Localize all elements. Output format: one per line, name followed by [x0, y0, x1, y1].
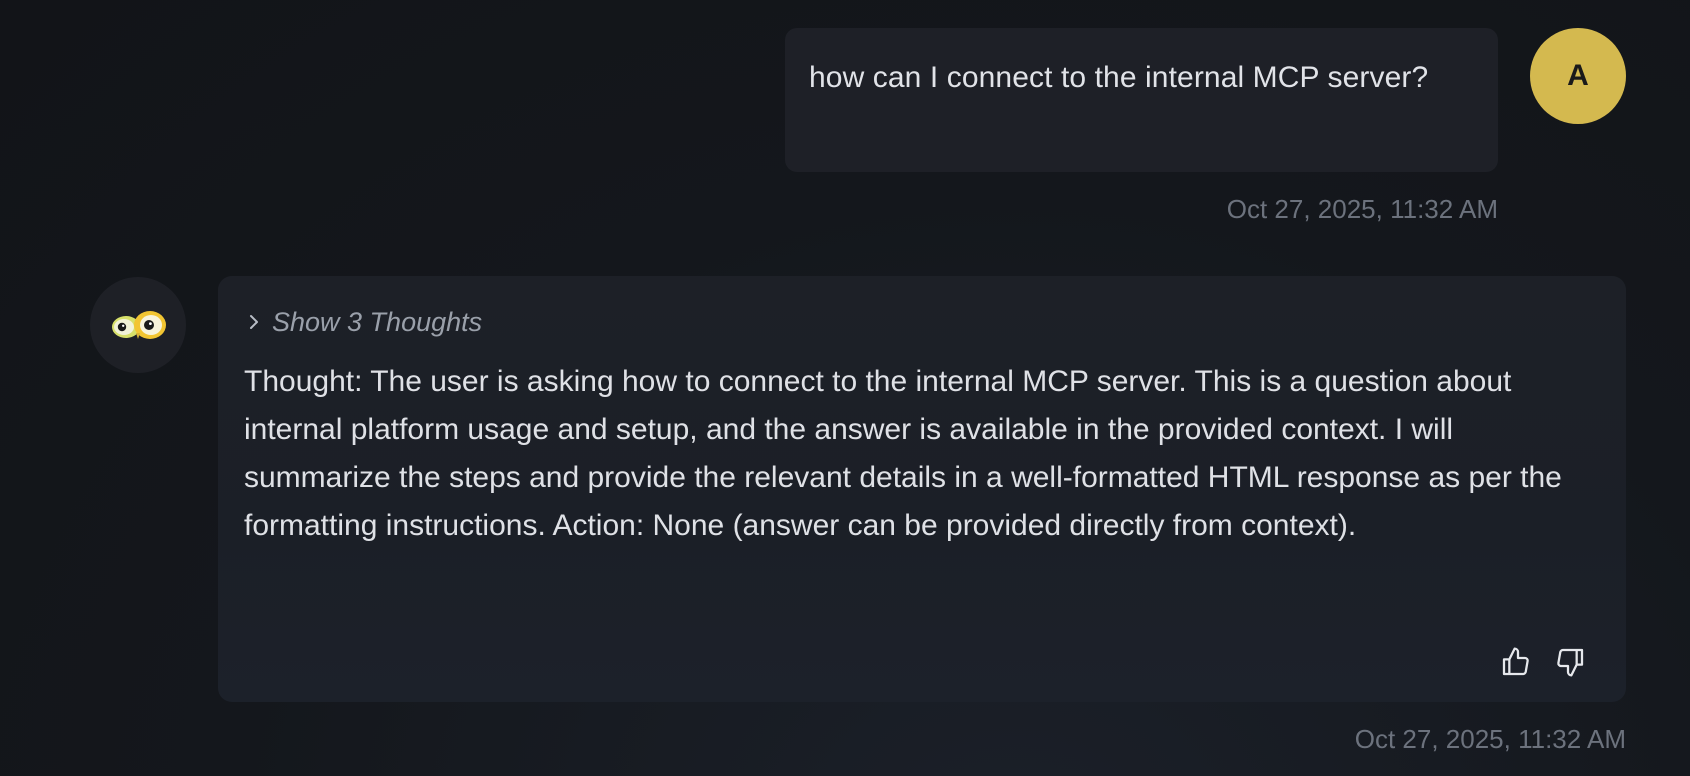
thumbs-down-button[interactable]: [1552, 644, 1588, 680]
bot-avatar: [90, 277, 186, 373]
show-thoughts-label: Show 3 Thoughts: [272, 306, 483, 337]
chevron-right-icon: [250, 315, 258, 329]
chat-page: how can I connect to the internal MCP se…: [0, 0, 1690, 776]
bot-message-text: Thought: The user is asking how to conne…: [244, 365, 1562, 542]
thumbs-up-icon: [1502, 647, 1529, 676]
user-avatar: A: [1530, 28, 1626, 124]
owl-eyes-icon: [112, 311, 166, 339]
user-message-text: how can I connect to the internal MCP se…: [809, 61, 1429, 94]
bot-message-bubble: Show 3 Thoughts Thought: The user is ask…: [218, 276, 1626, 702]
user-message-timestamp: Oct 27, 2025, 11:32 AM: [1226, 194, 1498, 224]
thumbs-up-button[interactable]: [1498, 644, 1534, 680]
user-message-bubble: how can I connect to the internal MCP se…: [785, 28, 1498, 172]
user-avatar-initial: A: [1567, 59, 1589, 92]
feedback-actions: [1498, 644, 1588, 680]
bot-message-timestamp: Oct 27, 2025, 11:32 AM: [1354, 724, 1626, 754]
show-thoughts-toggle[interactable]: Show 3 Thoughts: [244, 304, 482, 340]
thumbs-down-icon: [1557, 648, 1584, 677]
